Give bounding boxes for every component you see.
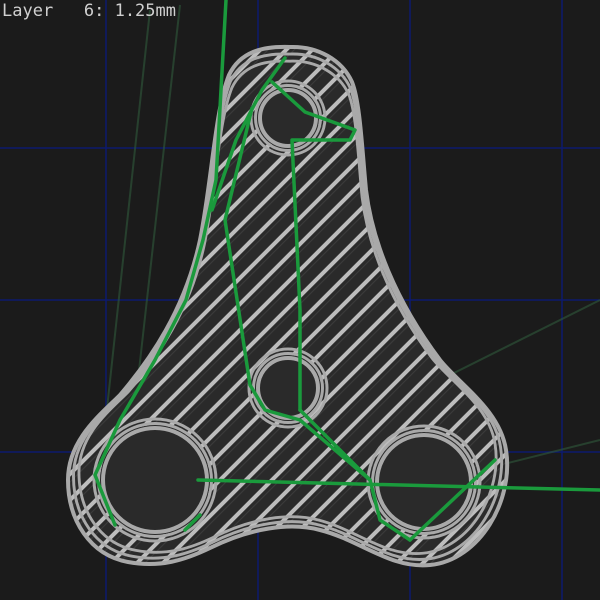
toolpath-viewport[interactable]: Layer 6: 1.25mm xyxy=(0,0,600,600)
faint-travel-line xyxy=(429,299,600,386)
layer-readout: Layer 6: 1.25mm xyxy=(2,1,176,21)
toolpath-canvas[interactable] xyxy=(0,0,600,600)
